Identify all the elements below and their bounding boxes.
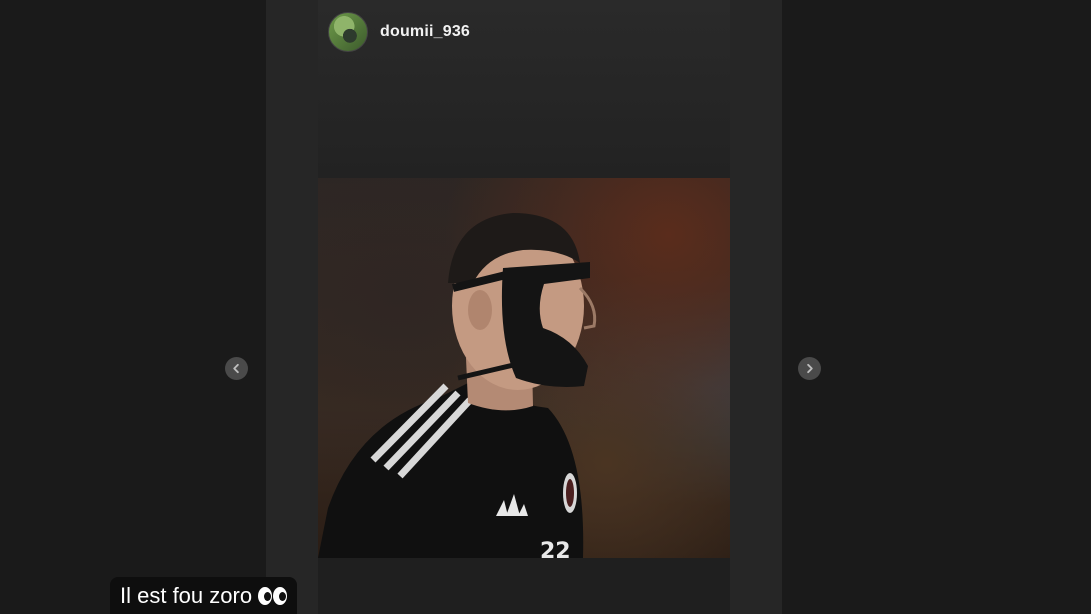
chevron-left-icon	[233, 363, 239, 374]
eye-right	[273, 586, 288, 605]
story-frame[interactable]: doumii_936 22	[318, 0, 730, 614]
caption-text: Il est fou zoro	[120, 582, 253, 608]
story-bottom-area	[318, 558, 730, 614]
svg-text:22: 22	[540, 539, 571, 558]
eyes-icon	[258, 586, 288, 605]
username[interactable]: doumii_936	[380, 23, 470, 41]
next-story-button[interactable]	[798, 357, 821, 380]
previous-story-button[interactable]	[225, 357, 248, 380]
player-illustration: 22	[318, 213, 597, 558]
chevron-right-icon	[807, 363, 813, 374]
story-photo: 22	[318, 178, 730, 558]
story-viewer: doumii_936 22 Il est fou zoro	[0, 0, 1091, 614]
avatar[interactable]	[328, 12, 368, 52]
story-caption: Il est fou zoro	[110, 577, 298, 614]
eye-left	[258, 586, 273, 605]
story-header: doumii_936	[328, 12, 470, 52]
